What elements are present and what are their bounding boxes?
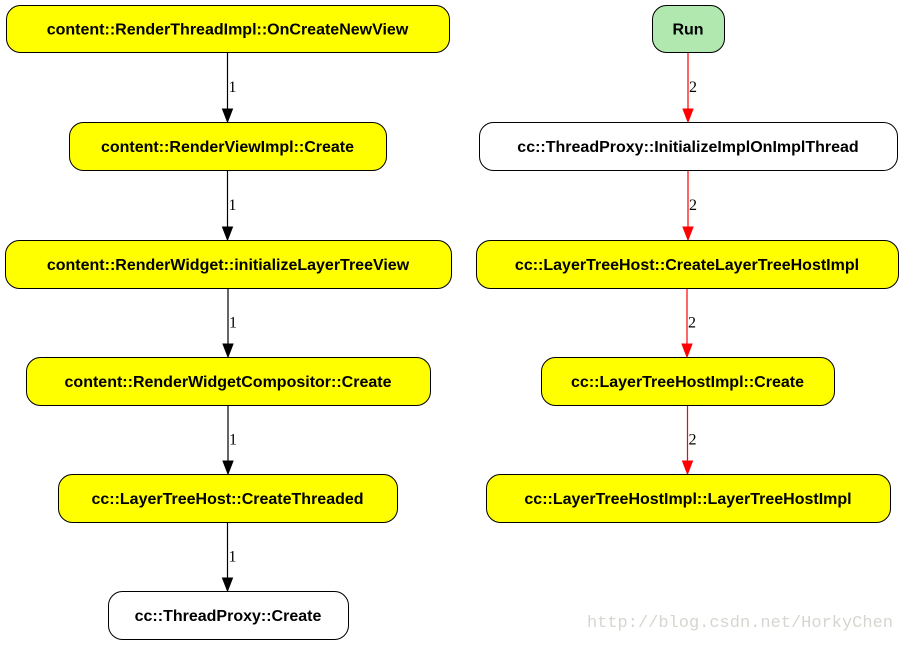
node-label: content::RenderWidget::initializeLayerTr… (47, 257, 410, 274)
node-label: content::RenderWidgetCompositor::Create (65, 374, 392, 391)
edge-r0-r1: 2 (682, 52, 697, 124)
arrowhead-icon (221, 226, 234, 242)
edge-label: 1 (229, 549, 237, 566)
node-n5[interactable]: cc::LayerTreeHost::CreateThreaded (58, 474, 398, 523)
edge-r1-r2: 2 (682, 170, 697, 242)
node-n4[interactable]: content::RenderWidgetCompositor::Create (26, 357, 431, 406)
edge-n3-n4: 1 (222, 288, 237, 359)
arrowhead-icon (681, 460, 694, 476)
node-label: cc::LayerTreeHostImpl::Create (571, 374, 804, 391)
node-r2[interactable]: cc::LayerTreeHost::CreateLayerTreeHostIm… (476, 240, 899, 289)
watermark: http://blog.csdn.net/HorkyChen (586, 614, 893, 633)
edge-label: 2 (689, 432, 697, 449)
node-r1[interactable]: cc::ThreadProxy::InitializeImplOnImplThr… (479, 122, 898, 171)
arrowhead-icon (222, 343, 234, 359)
edge-r3-r4: 2 (681, 405, 697, 476)
arrowhead-icon (682, 226, 694, 242)
arrowhead-icon (221, 577, 234, 593)
node-r0[interactable]: Run (652, 5, 725, 53)
node-label: Run (672, 22, 703, 39)
node-n1[interactable]: content::RenderThreadImpl::OnCreateNewVi… (6, 5, 450, 53)
node-label: cc::ThreadProxy::InitializeImplOnImplThr… (517, 139, 858, 156)
edge-label: 2 (688, 315, 696, 332)
arrowhead-icon (221, 108, 234, 124)
edge-n5-n6: 1 (221, 522, 237, 593)
edge-n2-n3: 1 (221, 170, 237, 242)
call-graph: 111112222content::RenderThreadImpl::OnCr… (5, 5, 899, 640)
node-n2[interactable]: content::RenderViewImpl::Create (69, 122, 387, 171)
edge-r2-r3: 2 (681, 288, 696, 359)
node-label: cc::ThreadProxy::Create (135, 608, 322, 625)
node-n6[interactable]: cc::ThreadProxy::Create (108, 591, 349, 640)
node-label: content::RenderThreadImpl::OnCreateNewVi… (47, 22, 409, 39)
edge-label: 2 (689, 79, 697, 96)
node-r4[interactable]: cc::LayerTreeHostImpl::LayerTreeHostImpl (486, 474, 891, 523)
arrowhead-icon (682, 108, 694, 124)
edge-label: 1 (229, 197, 237, 214)
edge-n4-n5: 1 (222, 405, 237, 476)
node-n3[interactable]: content::RenderWidget::initializeLayerTr… (5, 240, 452, 289)
node-label: content::RenderViewImpl::Create (101, 139, 354, 156)
edge-label: 2 (689, 197, 697, 214)
node-label: cc::LayerTreeHost::CreateThreaded (91, 491, 363, 508)
node-r3[interactable]: cc::LayerTreeHostImpl::Create (541, 357, 835, 406)
edge-n1-n2: 1 (221, 52, 237, 124)
node-label: cc::LayerTreeHost::CreateLayerTreeHostIm… (515, 257, 859, 274)
edge-label: 1 (229, 432, 237, 449)
arrowhead-icon (222, 460, 234, 476)
node-label: cc::LayerTreeHostImpl::LayerTreeHostImpl (524, 491, 851, 508)
arrowhead-icon (681, 343, 693, 359)
edge-label: 1 (229, 79, 237, 96)
edge-label: 1 (229, 315, 237, 332)
